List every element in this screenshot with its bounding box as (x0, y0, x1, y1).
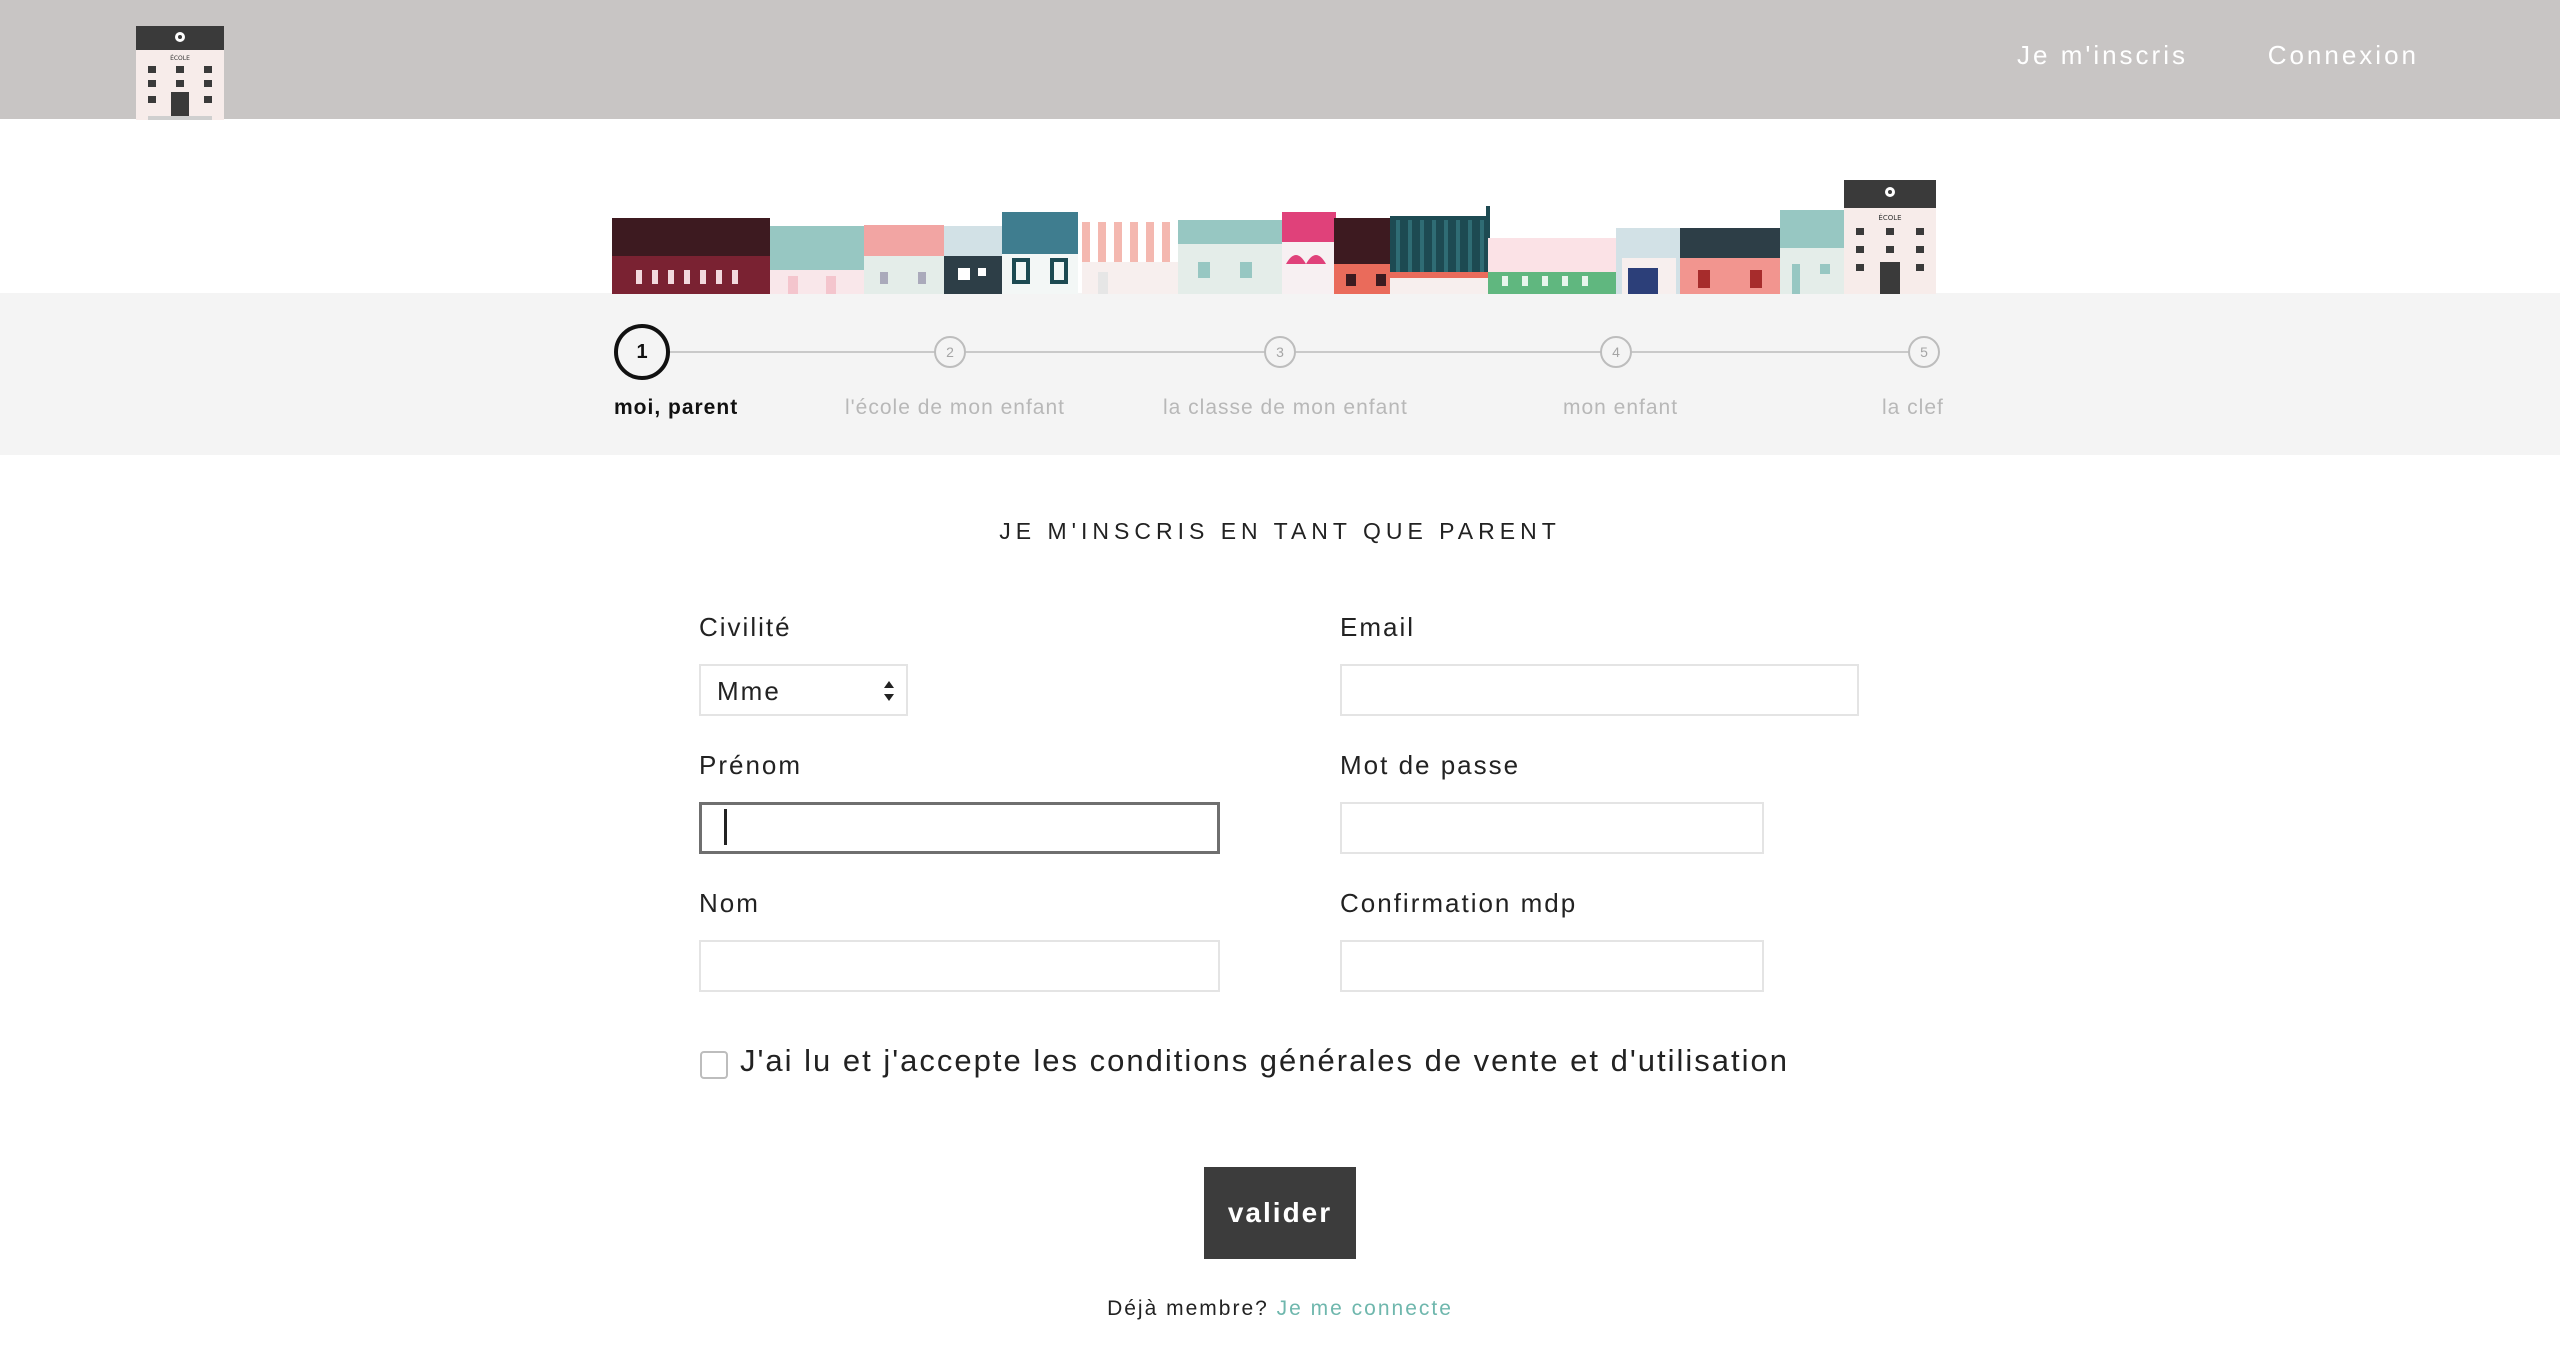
nav-signup-link[interactable]: Je m'inscris (2017, 40, 2188, 71)
terms-label[interactable]: J'ai lu et j'accepte les conditions géné… (740, 1043, 1789, 1079)
terms-checkbox[interactable] (700, 1051, 728, 1079)
step-4-label: mon enfant (1563, 396, 1679, 419)
logo-sign-text: ÉCOLE (170, 54, 190, 62)
prenom-label: Prénom (699, 750, 803, 780)
step-2-label: l'école de mon enfant (845, 396, 1065, 419)
step-1-circle: 1 (614, 324, 670, 380)
step-1-label: moi, parent (614, 396, 739, 419)
step-3-number: 3 (1276, 344, 1284, 360)
top-navbar: ÉCOLE Je m'inscris Connexion (0, 0, 2560, 120)
stepper-band (0, 293, 2560, 455)
already-member-text: Déjà membre? (1107, 1297, 1269, 1320)
step-5-label: la clef (1882, 396, 1944, 419)
step-1-number: 1 (636, 340, 648, 363)
nav-login-link[interactable]: Connexion (2268, 40, 2419, 71)
login-link[interactable]: Je me connecte (1277, 1297, 1453, 1320)
password-confirm-label: Confirmation mdp (1340, 888, 1578, 918)
step-5-circle: 5 (1908, 336, 1940, 368)
step-4-circle: 4 (1600, 336, 1632, 368)
password-confirm-field[interactable] (1340, 940, 1764, 992)
step-2-circle: 2 (934, 336, 966, 368)
form-title: JE M'INSCRIS EN TANT QUE PARENT (999, 518, 1561, 544)
civilite-label: Civilité (699, 612, 792, 642)
step-3-circle: 3 (1264, 336, 1296, 368)
submit-button[interactable]: valider (1204, 1167, 1356, 1259)
skyline-school-sign: ÉCOLE (1878, 213, 1901, 222)
email-label: Email (1340, 612, 1416, 642)
nom-field[interactable] (699, 940, 1220, 992)
civilite-selected-value: Mme (717, 676, 781, 706)
village-skyline-illustration: ÉCOLE (612, 180, 1936, 294)
civilite-select[interactable]: Mme (699, 664, 908, 716)
password-label: Mot de passe (1340, 750, 1521, 780)
select-arrows-icon (884, 681, 894, 701)
step-4-number: 4 (1612, 344, 1620, 360)
step-2-number: 2 (946, 344, 954, 360)
text-caret (724, 809, 727, 845)
school-building-icon[interactable]: ÉCOLE (134, 24, 226, 120)
password-field[interactable] (1340, 802, 1764, 854)
email-field[interactable] (1340, 664, 1859, 716)
nom-label: Nom (699, 888, 760, 918)
step-5-number: 5 (1920, 344, 1928, 360)
prenom-field[interactable] (699, 802, 1220, 854)
already-member-line: Déjà membre? Je me connecte (0, 1297, 2560, 1321)
step-3-label: la classe de mon enfant (1163, 396, 1408, 419)
